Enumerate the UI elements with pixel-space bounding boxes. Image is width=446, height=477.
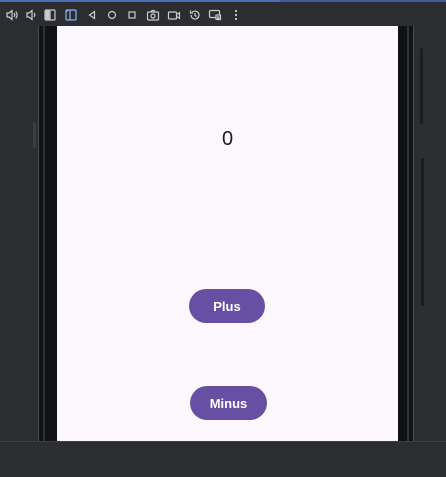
emulator-toolbar xyxy=(0,0,446,26)
emulator-window: 0 Plus Minus xyxy=(0,0,446,477)
volume-down-icon[interactable] xyxy=(23,7,39,23)
snapshots-icon[interactable] xyxy=(187,7,203,23)
device-volume-rocker[interactable] xyxy=(421,158,424,306)
emulator-bottom-bar xyxy=(0,441,446,477)
frame-bezel-left xyxy=(43,26,45,441)
mirror-display-icon[interactable] xyxy=(207,7,223,23)
device-power-button[interactable] xyxy=(420,48,423,124)
camera-icon[interactable] xyxy=(145,7,161,23)
rotate-right-icon[interactable] xyxy=(63,7,79,23)
plus-button[interactable]: Plus xyxy=(189,289,265,323)
toolbar-accent-line xyxy=(0,0,280,2)
device-display-area: 0 Plus Minus xyxy=(0,26,446,441)
back-icon[interactable] xyxy=(84,7,100,23)
overview-icon[interactable] xyxy=(124,7,140,23)
volume-up-icon[interactable] xyxy=(4,7,20,23)
minus-button[interactable]: Minus xyxy=(190,386,267,420)
screen-record-icon[interactable] xyxy=(166,7,182,23)
counter-value: 0 xyxy=(221,128,234,150)
device-side-notch xyxy=(33,122,36,148)
frame-bezel-right xyxy=(407,26,409,441)
more-options-icon[interactable] xyxy=(228,7,244,23)
rotate-left-icon[interactable] xyxy=(42,7,58,23)
app-screen: 0 Plus Minus xyxy=(57,26,398,441)
home-icon[interactable] xyxy=(104,7,120,23)
